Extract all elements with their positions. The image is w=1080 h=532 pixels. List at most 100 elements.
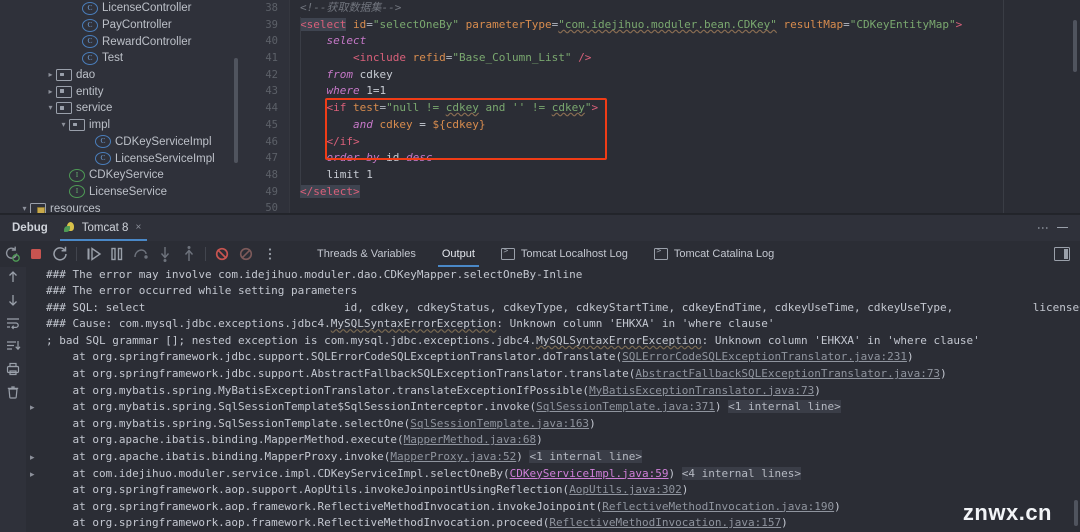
more-options-icon[interactable]: ⋮ [1036, 222, 1050, 234]
chevron-down-icon[interactable]: ▾ [19, 204, 30, 213]
chevron-right-icon[interactable]: ▸ [45, 71, 56, 79]
tomcat-icon [63, 221, 77, 234]
line-number: 48 [265, 168, 278, 181]
console-tabs: Threads & Variables Output Tomcat Localhos… [304, 241, 787, 267]
console-text: ) [668, 466, 682, 480]
tree-item-paycontroller[interactable]: C PayController [0, 17, 240, 34]
line-number: 43 [265, 85, 278, 98]
console-tab-threads-variables[interactable]: Threads & Variables [304, 241, 429, 267]
stacktrace-link[interactable]: SqlSessionTemplate.java:371 [536, 400, 715, 413]
console-line: at org.mybatis.spring.SqlSessionTemplate… [42, 416, 1080, 433]
scroll-down-icon[interactable] [4, 292, 22, 310]
internal-lines-badge[interactable]: <1 internal line> [529, 450, 643, 464]
project-tree-panel[interactable]: C LicenseController C PayController C RewardC… [0, 0, 240, 214]
code-editor[interactable]: <!--获取数据集--> <select id="selectOneBy" pa… [290, 0, 1080, 214]
step-over-button[interactable] [130, 243, 152, 265]
line-number: 47 [265, 152, 278, 165]
internal-lines-badge[interactable]: <4 internal lines> [681, 466, 802, 480]
console-line: at com.idejihuo.moduler.service.impl.CDK… [42, 466, 1080, 483]
stacktrace-link-project[interactable]: CDKeyServiceImpl.java:59 [510, 467, 669, 480]
console-line: at org.mybatis.spring.MyBatisExceptionTr… [42, 383, 1080, 400]
editor-area: C LicenseController C PayController C RewardC… [0, 0, 1080, 214]
view-breakpoints-button[interactable] [235, 243, 257, 265]
stop-button[interactable] [25, 243, 47, 265]
editor-scrollbar[interactable] [1073, 20, 1077, 72]
tree-item-impl[interactable]: ▾ impl [0, 117, 240, 134]
console-tab-tomcat-localhost-log[interactable]: Tomcat Localhost Log [488, 241, 641, 267]
chevron-down-icon[interactable]: ▾ [45, 104, 56, 112]
console-line: at org.springframework.aop.framework.Ref… [42, 499, 1080, 516]
step-into-button[interactable] [154, 243, 176, 265]
internal-lines-badge[interactable]: <1 internal line> [728, 400, 841, 414]
minimize-icon[interactable] [1057, 226, 1068, 229]
rerun-button[interactable] [1, 243, 23, 265]
stacktrace-link[interactable]: AopUtils.java:302 [569, 483, 682, 496]
tree-item-label: entity [76, 85, 104, 98]
console-text: ) [781, 516, 788, 530]
console-text: ) [681, 483, 689, 497]
run-configuration-tab-tomcat-8[interactable]: Tomcat 8 × [59, 215, 148, 241]
tree-item-licensecontroller[interactable]: C LicenseController [0, 0, 240, 17]
stacktrace-link[interactable]: MapperMethod.java:68 [404, 433, 536, 446]
package-icon [56, 69, 72, 82]
more-options-button[interactable] [259, 243, 281, 265]
console-text: ### SQL: select id, cdkey, cdkeyStatus, … [46, 300, 1080, 314]
tree-item-test[interactable]: C Test [0, 50, 240, 67]
console-tab-output[interactable]: Output [429, 241, 488, 267]
project-tree-scrollbar[interactable] [234, 58, 238, 163]
pause-button[interactable] [106, 243, 128, 265]
stacktrace-link[interactable]: AbstractFallbackSQLExceptionTranslator.j… [635, 367, 940, 380]
tree-item-licenseservice[interactable]: I LicenseService [0, 184, 240, 201]
tree-item-licenseserviceimpl[interactable]: C LicenseServiceImpl [0, 150, 240, 167]
stacktrace-link[interactable]: ReflectiveMethodInvocation.java:190 [602, 500, 834, 513]
console-tab-tomcat-catalina-log[interactable]: Tomcat Catalina Log [641, 241, 787, 267]
tree-item-label: service [76, 102, 113, 115]
tree-item-cdkeyserviceimpl[interactable]: C CDKeyServiceImpl [0, 134, 240, 151]
stacktrace-link[interactable]: MapperProxy.java:52 [390, 450, 516, 463]
restart-button[interactable] [49, 243, 71, 265]
console-tab-label: Threads & Variables [317, 247, 416, 260]
console-area: ▸ ▸ ▸ ### The error may involve com.idejih… [0, 266, 1080, 532]
console-line: at org.springframework.jdbc.support.Abst… [42, 366, 1080, 383]
tree-item-entity[interactable]: ▸ entity [0, 83, 240, 100]
code-line-42: from cdkey [326, 67, 393, 81]
stacktrace-link[interactable]: SQLErrorCodeSQLExceptionTranslator.java:… [622, 350, 907, 363]
scroll-to-end-icon[interactable] [4, 338, 22, 356]
console-scrollbar[interactable] [1074, 500, 1078, 526]
chevron-right-icon[interactable]: ▸ [45, 87, 56, 96]
console-text: at org.mybatis.spring.SqlSessionTemplate… [46, 400, 537, 414]
expand-frames-icon[interactable]: ▸ [30, 466, 35, 483]
tree-item-cdkeyservice[interactable]: I CDKeyService [0, 167, 240, 184]
layout-settings-icon[interactable] [1054, 246, 1070, 261]
stacktrace-link[interactable]: SqlSessionTemplate.java:163 [410, 417, 589, 430]
debug-toolbar: Threads & Variables Output Tomcat Localhos… [0, 240, 1080, 267]
mute-breakpoints-button[interactable] [211, 243, 233, 265]
print-icon[interactable] [4, 361, 22, 379]
console-text: at org.springframework.jdbc.support.SQLE… [46, 350, 623, 364]
chevron-down-icon[interactable]: ▾ [58, 121, 69, 129]
console-tab-label: Tomcat Localhost Log [520, 247, 628, 260]
tree-item-resources[interactable]: ▾ resources [0, 200, 240, 214]
step-out-button[interactable] [178, 243, 200, 265]
code-line-41: <include refid="Base_Column_List" /> [352, 51, 592, 65]
close-icon[interactable]: × [135, 222, 141, 233]
toolbar-separator [76, 246, 77, 261]
editor-line-number-gutter: 38 39 40 41 42 43 44 45 46 47 48 49 50 [240, 0, 290, 214]
clear-all-icon[interactable] [4, 384, 22, 402]
tree-item-label: CDKeyServiceImpl [115, 135, 212, 148]
expand-frames-icon[interactable]: ▸ [30, 399, 35, 416]
tree-item-dao[interactable]: ▸ dao [0, 67, 240, 84]
console-line: ### SQL: select id, cdkey, cdkeyStatus, … [42, 300, 1080, 317]
stacktrace-link[interactable]: ReflectiveMethodInvocation.java:157 [549, 516, 781, 529]
console-text: at com.idejihuo.moduler.service.impl.CDK… [46, 466, 510, 480]
expand-frames-icon[interactable]: ▸ [30, 449, 35, 466]
console-output[interactable]: ### The error may involve com.idejihuo.m… [42, 267, 1080, 532]
console-text: ) [906, 350, 914, 364]
tree-item-rewardcontroller[interactable]: C RewardController [0, 33, 240, 50]
log-icon [500, 246, 515, 260]
soft-wrap-icon[interactable] [4, 315, 22, 333]
tree-item-service[interactable]: ▾ service [0, 100, 240, 117]
resume-button[interactable] [82, 243, 104, 265]
stacktrace-link[interactable]: MyBatisExceptionTranslator.java:73 [589, 384, 814, 397]
scroll-up-icon[interactable] [4, 269, 22, 287]
